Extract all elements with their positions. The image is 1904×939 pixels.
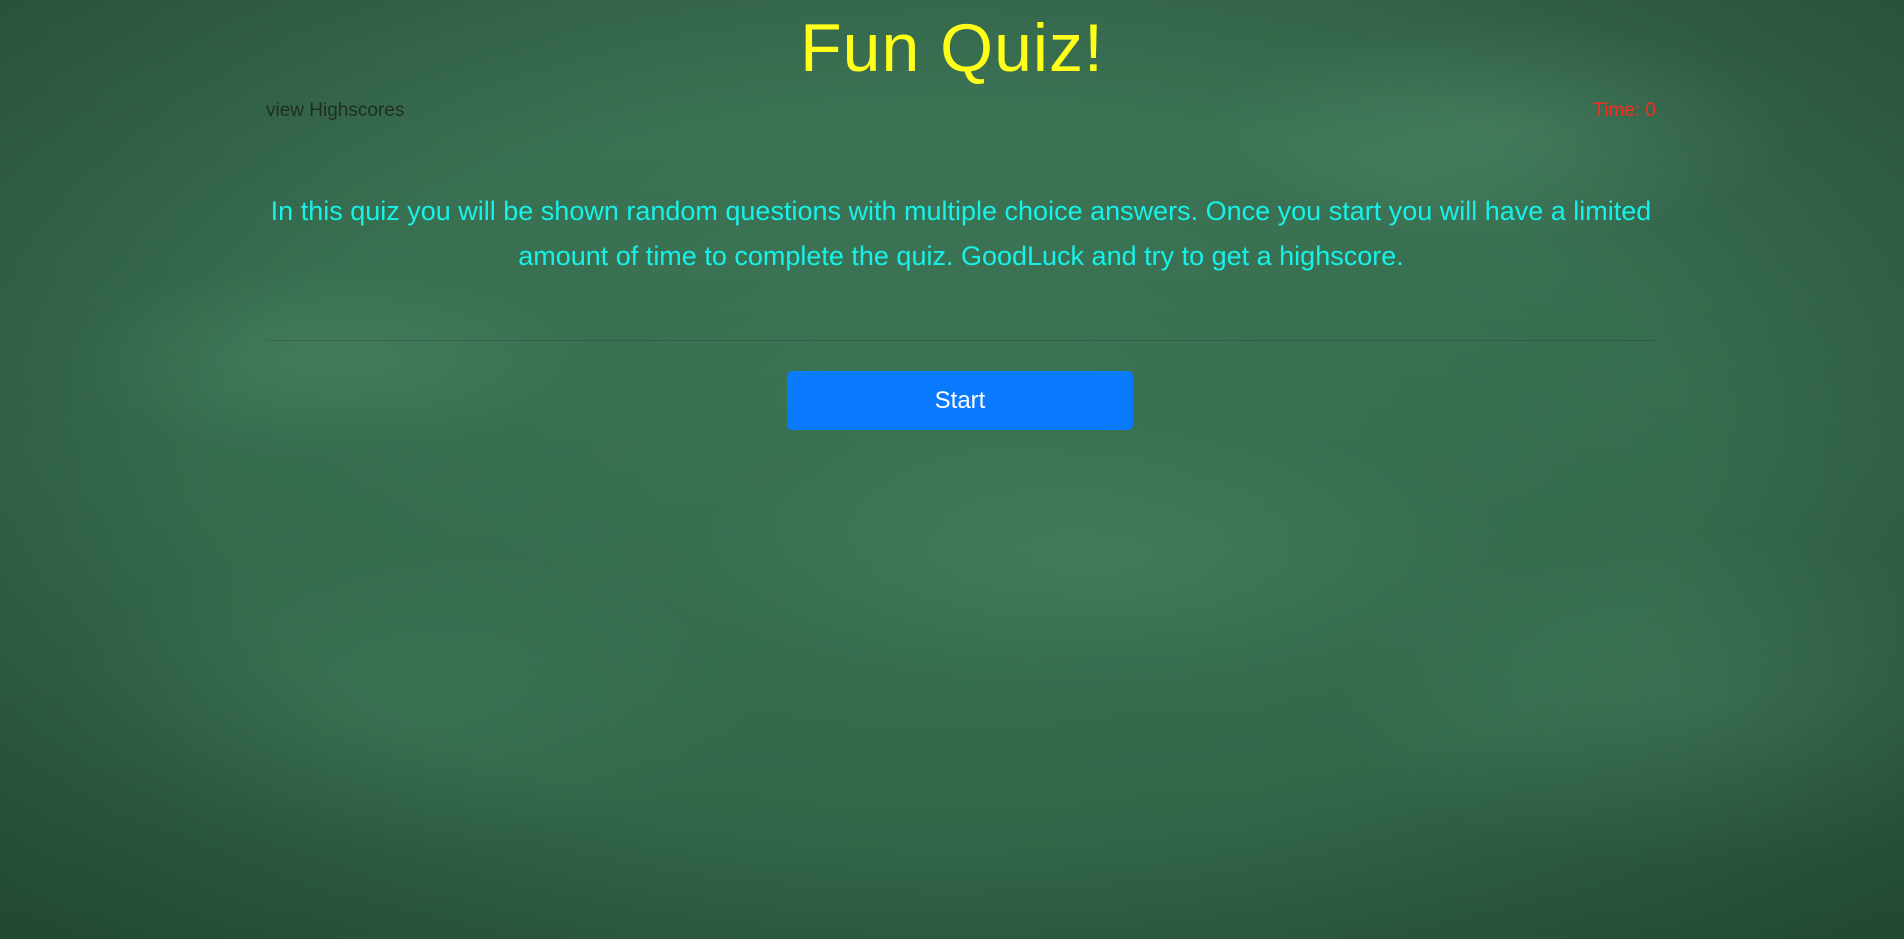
divider xyxy=(266,340,1656,341)
header-bar: view Highscores Time: 0 xyxy=(266,98,1656,124)
timer-display: Time: 0 xyxy=(1593,100,1656,121)
chalkboard-background xyxy=(0,0,1904,939)
quiz-page: { "header": { "title": "Fun Quiz!", "hig… xyxy=(0,0,1904,939)
view-highscores-link[interactable]: view Highscores xyxy=(266,100,404,122)
page-title: Fun Quiz! xyxy=(800,10,1104,86)
quiz-instructions: In this quiz you will be shown random qu… xyxy=(270,196,1652,271)
start-button[interactable]: Start xyxy=(787,371,1133,430)
